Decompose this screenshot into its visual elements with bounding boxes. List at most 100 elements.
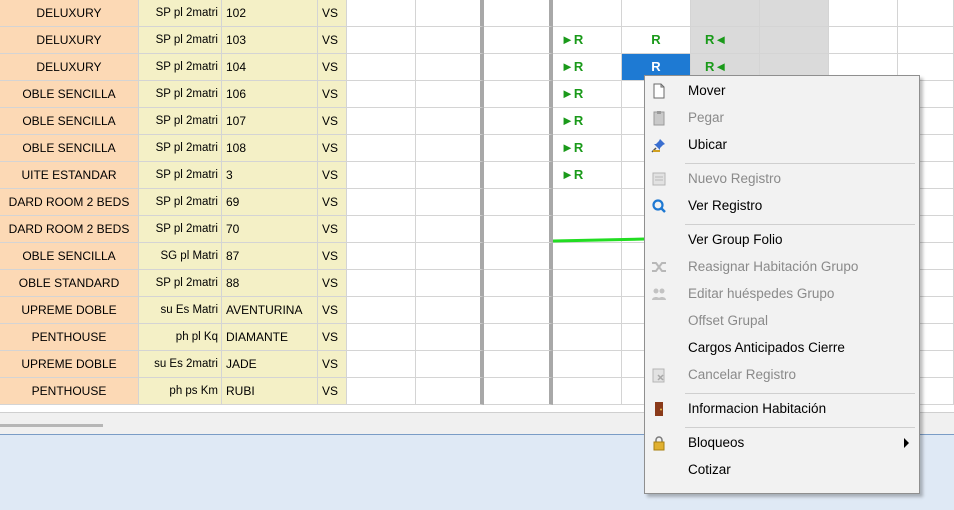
rate-plan-cell[interactable]: SP pl 2matri: [139, 189, 222, 216]
rate-plan-cell[interactable]: ph pl Kq: [139, 324, 222, 351]
room-type-cell[interactable]: DARD ROOM 2 BEDS: [0, 216, 139, 243]
day-cell[interactable]: [898, 27, 954, 54]
room-type-cell[interactable]: PENTHOUSE: [0, 324, 139, 351]
horizontal-scrollbar[interactable]: [0, 424, 103, 427]
day-cell[interactable]: [416, 54, 484, 81]
room-status-cell[interactable]: VS: [318, 351, 347, 378]
rate-plan-cell[interactable]: SP pl 2matri: [139, 0, 222, 27]
day-cell[interactable]: [416, 81, 484, 108]
day-cell[interactable]: [484, 378, 553, 405]
room-number-cell[interactable]: JADE: [222, 351, 318, 378]
day-cell[interactable]: [484, 324, 553, 351]
rate-plan-cell[interactable]: SP pl 2matri: [139, 108, 222, 135]
day-cell[interactable]: [484, 135, 553, 162]
room-number-cell[interactable]: 102: [222, 0, 318, 27]
day-cell[interactable]: ►R: [553, 162, 622, 189]
day-cell[interactable]: [347, 135, 416, 162]
day-cell[interactable]: [416, 108, 484, 135]
rate-plan-cell[interactable]: ph ps Km: [139, 378, 222, 405]
day-cell[interactable]: [553, 270, 622, 297]
room-status-cell[interactable]: VS: [318, 108, 347, 135]
day-cell[interactable]: [347, 54, 416, 81]
menu-item[interactable]: Cotizar: [645, 458, 919, 482]
room-type-cell[interactable]: OBLE SENCILLA: [0, 81, 139, 108]
day-cell[interactable]: ►R: [553, 27, 622, 54]
menu-item[interactable]: Ubicar: [645, 133, 919, 157]
table-row[interactable]: DELUXURY SP pl 2matri 103 VS ►R R R◄: [0, 27, 954, 54]
day-cell[interactable]: [347, 378, 416, 405]
room-type-cell[interactable]: OBLE SENCILLA: [0, 135, 139, 162]
day-cell[interactable]: [553, 378, 622, 405]
menu-item[interactable]: Cancelar Registro: [645, 363, 919, 387]
day-cell[interactable]: [416, 135, 484, 162]
room-number-cell[interactable]: 87: [222, 243, 318, 270]
day-cell[interactable]: ►R: [553, 54, 622, 81]
room-number-cell[interactable]: 70: [222, 216, 318, 243]
room-type-cell[interactable]: DARD ROOM 2 BEDS: [0, 189, 139, 216]
day-cell[interactable]: [691, 0, 760, 27]
day-cell[interactable]: [553, 351, 622, 378]
day-cell[interactable]: [484, 270, 553, 297]
reservation-mark[interactable]: ►R: [553, 108, 621, 134]
day-cell[interactable]: [347, 324, 416, 351]
room-number-cell[interactable]: AVENTURINA: [222, 297, 318, 324]
room-status-cell[interactable]: VS: [318, 27, 347, 54]
day-cell[interactable]: [484, 0, 553, 27]
day-cell[interactable]: [347, 270, 416, 297]
room-type-cell[interactable]: OBLE STANDARD: [0, 270, 139, 297]
rate-plan-cell[interactable]: SP pl 2matri: [139, 216, 222, 243]
menu-item[interactable]: Offset Grupal: [645, 309, 919, 333]
day-cell[interactable]: [484, 162, 553, 189]
day-cell[interactable]: [347, 297, 416, 324]
room-status-cell[interactable]: VS: [318, 162, 347, 189]
menu-item[interactable]: Pegar: [645, 106, 919, 130]
rate-plan-cell[interactable]: SP pl 2matri: [139, 135, 222, 162]
room-type-cell[interactable]: DELUXURY: [0, 0, 139, 27]
rate-plan-cell[interactable]: SP pl 2matri: [139, 54, 222, 81]
room-status-cell[interactable]: VS: [318, 0, 347, 27]
menu-item[interactable]: Cargos Anticipados Cierre: [645, 336, 919, 360]
room-status-cell[interactable]: VS: [318, 378, 347, 405]
room-status-cell[interactable]: VS: [318, 81, 347, 108]
menu-item[interactable]: Ver Registro: [645, 194, 919, 218]
menu-item[interactable]: Mover: [645, 79, 919, 103]
day-cell[interactable]: [347, 351, 416, 378]
day-cell[interactable]: [416, 162, 484, 189]
day-cell[interactable]: [347, 243, 416, 270]
room-type-cell[interactable]: OBLE SENCILLA: [0, 108, 139, 135]
day-cell[interactable]: R: [622, 27, 691, 54]
day-cell[interactable]: [484, 81, 553, 108]
day-cell[interactable]: [347, 0, 416, 27]
room-status-cell[interactable]: VS: [318, 135, 347, 162]
day-cell[interactable]: [484, 54, 553, 81]
rate-plan-cell[interactable]: SP pl 2matri: [139, 27, 222, 54]
day-cell[interactable]: [416, 27, 484, 54]
day-cell[interactable]: [416, 324, 484, 351]
room-status-cell[interactable]: VS: [318, 243, 347, 270]
day-cell[interactable]: ►R: [553, 108, 622, 135]
rate-plan-cell[interactable]: su Es 2matri: [139, 351, 222, 378]
room-type-cell[interactable]: UPREME DOBLE: [0, 297, 139, 324]
reservation-mark[interactable]: ►R: [553, 81, 621, 107]
room-number-cell[interactable]: 107: [222, 108, 318, 135]
day-cell[interactable]: [347, 162, 416, 189]
table-row[interactable]: DELUXURY SP pl 2matri 102 VS: [0, 0, 954, 27]
day-cell[interactable]: [416, 243, 484, 270]
day-cell[interactable]: [553, 297, 622, 324]
day-cell[interactable]: [553, 189, 622, 216]
room-number-cell[interactable]: 106: [222, 81, 318, 108]
reservation-mark[interactable]: ►R: [553, 162, 621, 188]
day-cell[interactable]: [347, 189, 416, 216]
room-status-cell[interactable]: VS: [318, 270, 347, 297]
room-status-cell[interactable]: VS: [318, 324, 347, 351]
day-cell[interactable]: [829, 27, 898, 54]
room-type-cell[interactable]: DELUXURY: [0, 54, 139, 81]
room-type-cell[interactable]: OBLE SENCILLA: [0, 243, 139, 270]
day-cell[interactable]: ►R: [553, 135, 622, 162]
day-cell[interactable]: [898, 0, 954, 27]
day-cell[interactable]: [416, 270, 484, 297]
room-number-cell[interactable]: 108: [222, 135, 318, 162]
day-cell[interactable]: [347, 216, 416, 243]
day-cell[interactable]: R◄: [691, 27, 760, 54]
day-cell[interactable]: [347, 81, 416, 108]
